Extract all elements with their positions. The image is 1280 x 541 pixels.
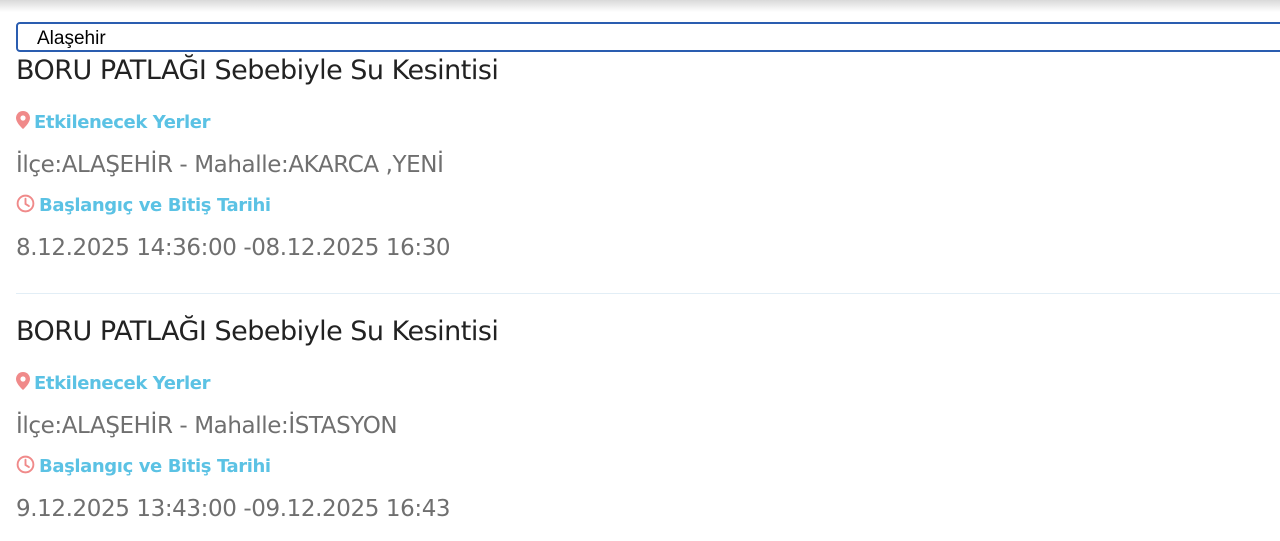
- dates-value: 8.12.2025 14:36:00 -08.12.2025 16:30: [16, 235, 451, 261]
- outage-notice: BORU PATLAĞI Sebebiyle Su Kesintisi Etki…: [16, 312, 1280, 525]
- notice-title: BORU PATLAĞI Sebebiyle Su Kesintisi: [16, 316, 499, 347]
- places-label: Etkilenecek Yerler: [34, 111, 211, 133]
- district-select-value: Alaşehir: [37, 28, 106, 49]
- dates-value: 9.12.2025 13:43:00 -09.12.2025 16:43: [16, 496, 451, 522]
- dates-label-row: Başlangıç ve Bitiş Tarihi: [16, 193, 1280, 217]
- top-shadow: [0, 0, 1280, 12]
- clock-icon: [16, 194, 35, 217]
- dates-label-row: Başlangıç ve Bitiş Tarihi: [16, 454, 1280, 478]
- places-label-row: Etkilenecek Yerler: [16, 371, 1280, 395]
- places-label: Etkilenecek Yerler: [34, 372, 211, 394]
- places-label-row: Etkilenecek Yerler: [16, 110, 1280, 134]
- places-value: İlçe:ALAŞEHİR - Mahalle:İSTASYON: [16, 413, 398, 439]
- district-select[interactable]: Alaşehir: [16, 22, 1280, 52]
- clock-icon: [16, 455, 35, 478]
- outage-notice: BORU PATLAĞI Sebebiyle Su Kesintisi Etki…: [16, 51, 1280, 264]
- dates-label: Başlangıç ve Bitiş Tarihi: [39, 194, 271, 216]
- notice-title: BORU PATLAĞI Sebebiyle Su Kesintisi: [16, 55, 499, 86]
- notice-divider: [16, 293, 1280, 294]
- map-pin-icon: [16, 111, 30, 133]
- dates-label: Başlangıç ve Bitiş Tarihi: [39, 455, 271, 477]
- places-value: İlçe:ALAŞEHİR - Mahalle:AKARCA ,YENİ: [16, 152, 444, 178]
- map-pin-icon: [16, 372, 30, 394]
